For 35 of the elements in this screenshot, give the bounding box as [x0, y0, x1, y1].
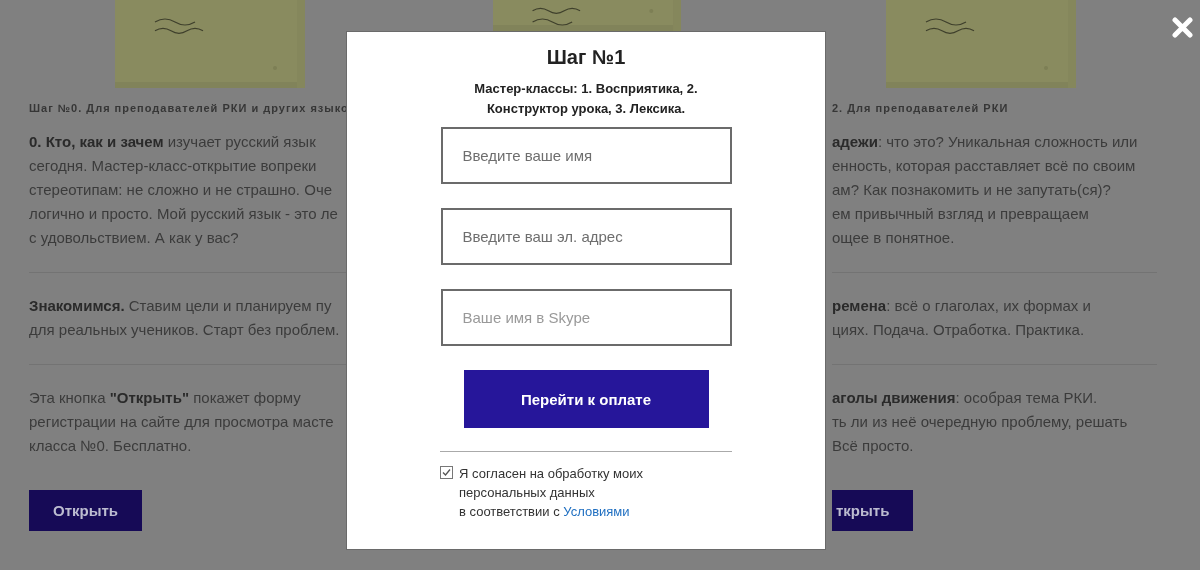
open-button[interactable]: ткрыть [832, 490, 914, 531]
paragraph-line: циях. Подача. Отработка. Практика. [832, 320, 1085, 340]
paragraph-line: для реальных учеников. Старт без проблем. [29, 320, 340, 340]
paragraph-line: 0. Кто, как и зачем изучает русский язык [29, 132, 316, 152]
paragraph-line: ть ли из неё очередную проблему, решать [832, 412, 1128, 432]
input-field[interactable]: Введите ваше имя [440, 127, 732, 184]
paragraph-line: класса №0. Бесплатно. [29, 436, 192, 456]
section-heading: 2. Для преподавателей РКИ [832, 102, 1009, 114]
paragraph-line: ем привычный взгляд и превращаем [832, 204, 1089, 224]
checkbox[interactable] [440, 466, 453, 479]
dialog-title: Шаг №1 [546, 46, 626, 69]
close-icon[interactable] [1172, 17, 1193, 38]
dialog-subtitle: Мастер-классы: 1. Восприятика, 2. [474, 80, 698, 98]
terms-link[interactable]: Условиями [563, 504, 630, 519]
paragraph-line: ремена: всё о глаголах, их формах и [832, 296, 1091, 316]
paragraph-line: ощее в понятное. [832, 228, 955, 248]
open-button[interactable]: Открыть [29, 490, 143, 531]
payment-button[interactable]: Перейти к оплате [463, 370, 709, 428]
input-field[interactable]: Ваше имя в Skype [440, 289, 732, 346]
paragraph-line: с удовольствием. А как у вас? [29, 228, 239, 248]
section-heading: Шаг №0. Для преподавателей РКИ и других языко [29, 102, 349, 114]
consent-text: Я согласен на обработку моих персональных данных в соответствии с Условиями [459, 465, 644, 521]
paragraph-line: енность, которая расставляет всё по своим [832, 156, 1136, 176]
paragraph-line: регистрации на сайте для просмотра масте [29, 412, 334, 432]
paragraph-line: сегодня. Мастер-класс-открытие вопреки [29, 156, 317, 176]
paragraph-line: Знакомимся. Ставим цели и планируем пу [29, 296, 332, 316]
dialog-subtitle: Конструктор урока, 3. Лексика. [486, 100, 686, 118]
paragraph-line: аголы движения: особрая тема РКИ. [832, 388, 1098, 408]
paragraph-line: Всё просто. [832, 436, 914, 456]
paragraph-line: адежи: что это? Уникальная сложность или [832, 132, 1138, 152]
paragraph-line: ам? Как познакомить и не запутать(ся)? [832, 180, 1111, 200]
input-field[interactable]: Введите ваш эл. адрес [440, 208, 732, 265]
paragraph-line: логично и просто. Мой русский язык - это ле [29, 204, 338, 224]
paragraph-line: стереотипам: не сложно и не страшно. Оче [29, 180, 333, 200]
paragraph-line: Эта кнопка "Открыть" покажет форму [29, 388, 301, 408]
